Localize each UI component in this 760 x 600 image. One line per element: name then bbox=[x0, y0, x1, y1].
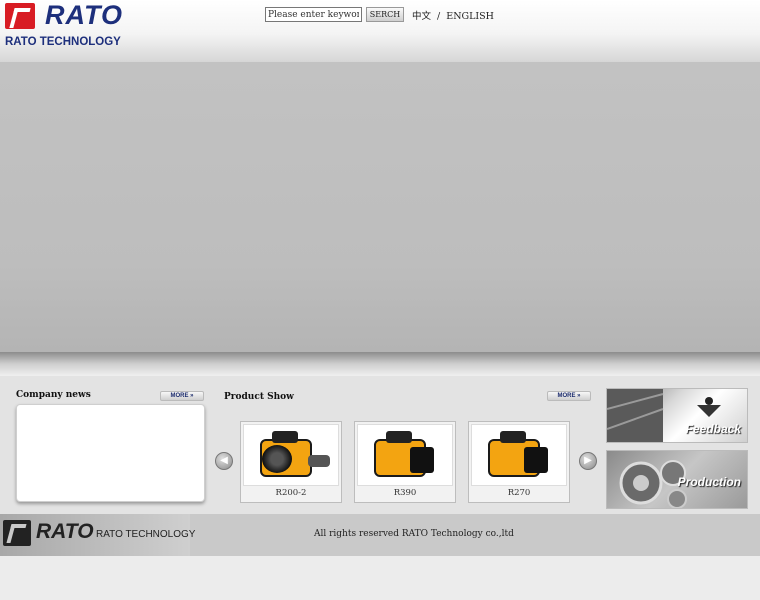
footer-logo-subtitle: RATO TECHNOLOGY bbox=[96, 529, 196, 540]
header: RATO RATO TECHNOLOGY SERCH 中文 / ENGLISH bbox=[0, 0, 760, 62]
search-input[interactable] bbox=[265, 7, 362, 22]
site-logo[interactable]: RATO RATO TECHNOLOGY bbox=[5, 0, 135, 51]
footer-logo-wordmark: RATO bbox=[36, 520, 94, 543]
production-label: Production bbox=[677, 475, 741, 489]
product-card[interactable]: R390 bbox=[354, 421, 456, 503]
search-button[interactable]: SERCH bbox=[366, 7, 404, 22]
company-news-title: Company news bbox=[16, 390, 91, 400]
footer-logo: RATO RATO TECHNOLOGY bbox=[0, 514, 195, 556]
news-more-button[interactable]: MORE » bbox=[160, 391, 204, 401]
product-name: R390 bbox=[393, 488, 417, 498]
banner-shadow bbox=[0, 352, 760, 376]
engine-image bbox=[243, 424, 339, 486]
hero-banner bbox=[0, 62, 760, 354]
footer-logo-mark-icon bbox=[3, 520, 31, 546]
feedback-link[interactable]: Feedback bbox=[606, 388, 748, 443]
footer: RATO RATO TECHNOLOGY All rights reserved… bbox=[0, 514, 760, 556]
page-bottom bbox=[0, 556, 760, 600]
product-card[interactable]: R200-2 bbox=[240, 421, 342, 503]
company-news-box bbox=[16, 404, 205, 502]
language-switcher: 中文 / ENGLISH bbox=[412, 8, 497, 22]
engine-image bbox=[357, 424, 453, 486]
feedback-label: Feedback bbox=[685, 422, 741, 436]
left-arrow-icon[interactable]: ◀ bbox=[215, 452, 233, 470]
product-show-title: Product Show bbox=[224, 392, 294, 402]
lang-separator: / bbox=[437, 11, 441, 22]
engine-image bbox=[471, 424, 567, 486]
production-link[interactable]: Production bbox=[606, 450, 748, 509]
logo-subtitle: RATO TECHNOLOGY bbox=[5, 36, 121, 48]
product-name: R270 bbox=[507, 488, 531, 498]
lang-english-link[interactable]: ENGLISH bbox=[446, 11, 494, 22]
copyright-text: All rights reserved RATO Technology co.,… bbox=[314, 529, 514, 539]
logo-wordmark: RATO bbox=[45, 0, 123, 30]
right-arrow-icon[interactable]: ▶ bbox=[579, 452, 597, 470]
product-name: R200-2 bbox=[275, 488, 307, 498]
logo-mark-icon bbox=[5, 3, 35, 29]
product-card[interactable]: R270 bbox=[468, 421, 570, 503]
lang-chinese-link[interactable]: 中文 bbox=[412, 11, 431, 22]
products-more-button[interactable]: MORE » bbox=[547, 391, 591, 401]
